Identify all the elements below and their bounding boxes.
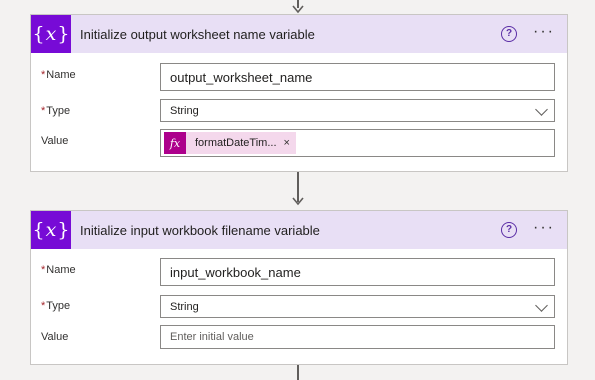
help-icon[interactable]: ? [501,26,517,42]
variable-icon: {x} [31,15,71,53]
help-icon[interactable]: ? [501,222,517,238]
card-title: Initialize output worksheet name variabl… [80,26,315,42]
type-label: *Type [41,105,71,117]
name-label: *Name [41,69,76,81]
remove-token-icon[interactable]: × [284,137,290,149]
type-select[interactable]: String [160,295,555,318]
type-label: *Type [41,300,71,312]
required-marker: * [41,105,46,117]
name-label: *Name [41,264,76,276]
type-select[interactable]: String [160,99,555,122]
more-options-icon[interactable]: ··· [533,24,555,40]
name-value: input_workbook_name [170,264,301,280]
required-marker: * [41,264,46,276]
connector-line-bottom [297,365,299,380]
token-label: formatDateTim... [195,137,277,149]
arrow-down-icon [292,5,304,14]
name-input[interactable]: input_workbook_name [160,258,555,286]
name-value: output_worksheet_name [170,69,313,85]
action-card-output-worksheet: {x} Initialize output worksheet name var… [30,14,568,172]
name-input[interactable]: output_worksheet_name [160,63,555,91]
chevron-down-icon[interactable] [535,103,548,116]
required-marker: * [41,300,46,312]
more-options-icon[interactable]: ··· [533,220,555,236]
variable-icon: {x} [31,211,71,249]
expression-token[interactable]: fx formatDateTim... × [164,132,296,154]
value-label: Value [41,331,69,343]
card-header[interactable]: {x} Initialize input workbook filename v… [31,211,567,249]
arrow-down-icon [292,197,304,206]
fx-icon: fx [164,132,186,154]
value-placeholder: Enter initial value [170,331,254,343]
value-input[interactable]: fx formatDateTim... × [160,129,555,157]
type-value: String [170,300,199,313]
action-card-input-workbook: {x} Initialize input workbook filename v… [30,210,568,365]
card-header[interactable]: {x} Initialize output worksheet name var… [31,15,567,53]
required-marker: * [41,69,46,81]
type-value: String [170,104,199,117]
value-label: Value [41,135,69,147]
chevron-down-icon[interactable] [535,299,548,312]
card-title: Initialize input workbook filename varia… [80,222,320,238]
value-input[interactable]: Enter initial value [160,325,555,349]
